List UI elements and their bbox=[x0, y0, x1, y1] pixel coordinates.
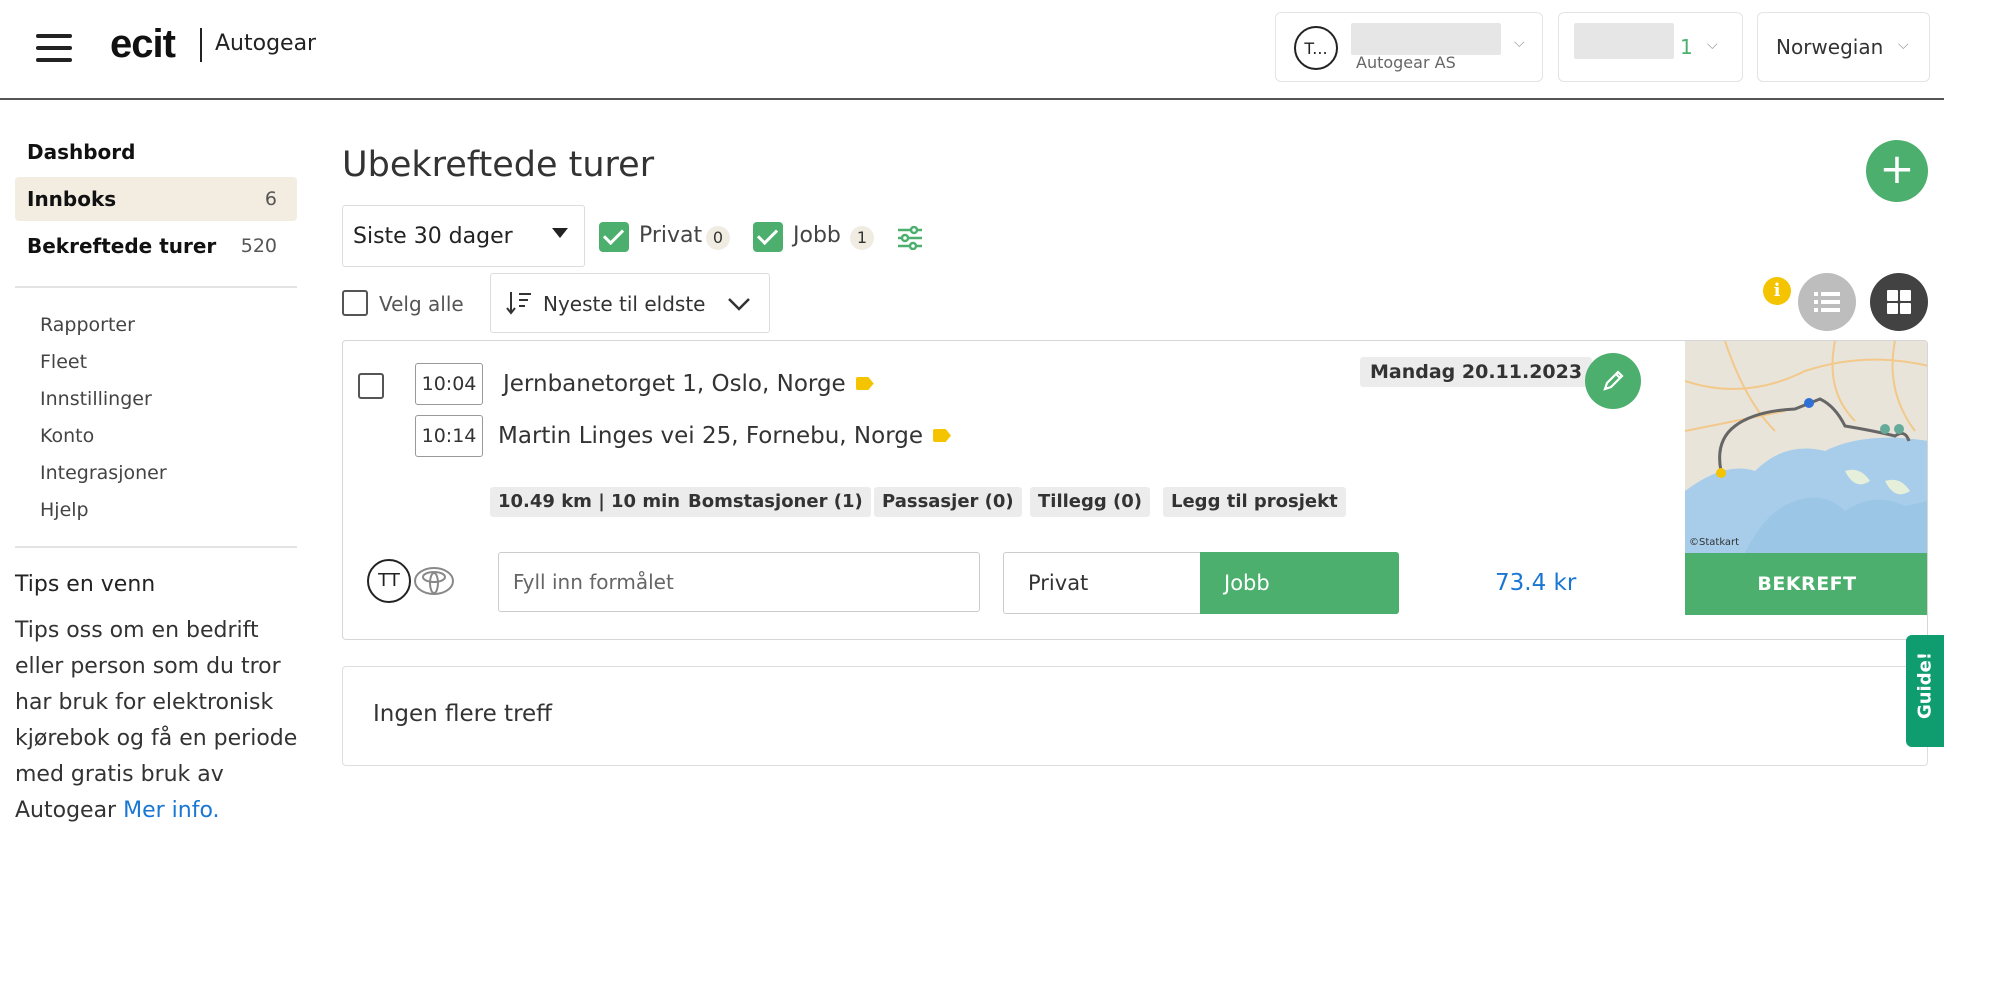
purpose-input[interactable] bbox=[498, 552, 980, 612]
select-all-checkbox[interactable] bbox=[342, 290, 368, 316]
blurred-user-name bbox=[1351, 23, 1501, 55]
sort-icon bbox=[506, 292, 531, 315]
logo-separator bbox=[200, 28, 202, 62]
chevron-down-icon: ⌵ bbox=[1514, 35, 1525, 51]
route-map-image bbox=[1685, 341, 1927, 553]
no-more-results-panel: Ingen flere treff bbox=[342, 666, 1928, 766]
language-label: Norwegian bbox=[1776, 35, 1884, 59]
filter-job-label: Jobb bbox=[793, 223, 841, 248]
sidebar-link-integrations[interactable]: Integrasjoner bbox=[15, 454, 297, 491]
confirm-trip-button[interactable]: BEKREFT bbox=[1685, 553, 1927, 615]
chevron-down-icon: ⌵ bbox=[1707, 37, 1718, 53]
chevron-down-icon: ⌵ bbox=[1898, 37, 1909, 53]
no-more-results-text: Ingen flere treff bbox=[373, 701, 553, 727]
passenger-chip[interactable]: Passasjer (0) bbox=[874, 487, 1022, 517]
language-selector[interactable]: Norwegian ⌵ bbox=[1757, 12, 1930, 82]
select-all-label: Velg alle bbox=[379, 292, 464, 316]
sidebar-item-label: Dashbord bbox=[27, 140, 136, 164]
start-time: 10:04 bbox=[415, 363, 483, 405]
sidebar-item-label: Bekreftede turer bbox=[27, 234, 217, 258]
filter-sliders-icon[interactable] bbox=[897, 226, 923, 250]
sidebar-item-count: 520 bbox=[240, 235, 277, 257]
sidebar-link-account[interactable]: Konto bbox=[15, 417, 297, 454]
toyota-logo-icon bbox=[414, 567, 454, 595]
list-view-button[interactable] bbox=[1798, 273, 1856, 331]
sidebar-item-dashboard[interactable]: Dashbord bbox=[15, 130, 297, 174]
sidebar-item-label: Innboks bbox=[27, 187, 117, 211]
start-address: Jernbanetorget 1, Oslo, Norge bbox=[503, 371, 874, 397]
add-trip-button[interactable]: + bbox=[1866, 140, 1928, 202]
ecit-logo[interactable]: ecit bbox=[110, 22, 176, 67]
product-name: Autogear bbox=[215, 31, 317, 56]
sidebar-item-count: 6 bbox=[264, 188, 277, 210]
trip-price: 73.4 kr bbox=[1495, 570, 1577, 596]
end-time: 10:14 bbox=[415, 415, 483, 457]
hamburger-menu-icon[interactable] bbox=[36, 34, 72, 62]
grid-icon bbox=[1887, 290, 1911, 314]
period-dropdown[interactable]: Siste 30 dager bbox=[342, 205, 585, 267]
edit-trip-button[interactable] bbox=[1585, 353, 1641, 409]
sidebar-link-help[interactable]: Hjelp bbox=[15, 491, 297, 528]
account-count: 1 bbox=[1680, 35, 1693, 59]
pencil-icon bbox=[1603, 370, 1624, 391]
guide-tab[interactable]: Guide! bbox=[1906, 635, 1944, 747]
end-address-text: Martin Linges vei 25, Fornebu, Norge bbox=[498, 423, 924, 449]
user-company-selector[interactable]: T... Autogear AS ⌵ bbox=[1275, 12, 1543, 82]
extras-chip[interactable]: Tillegg (0) bbox=[1030, 487, 1151, 517]
sidebar-link-fleet[interactable]: Fleet bbox=[15, 343, 297, 380]
tag-icon[interactable] bbox=[933, 429, 952, 442]
user-avatar: T... bbox=[1294, 26, 1338, 70]
sidebar-divider bbox=[15, 546, 297, 548]
sort-dropdown[interactable]: Nyeste til eldste bbox=[490, 273, 770, 333]
trip-date: Mandag 20.11.2023 bbox=[1360, 357, 1593, 387]
grid-view-button[interactable] bbox=[1870, 273, 1928, 331]
driver-avatar: TT bbox=[367, 559, 411, 603]
sidebar-item-confirmed-trips[interactable]: Bekreftede turer 520 bbox=[15, 224, 297, 268]
tag-icon[interactable] bbox=[855, 377, 874, 390]
sidebar-item-inbox[interactable]: Innboks 6 bbox=[15, 177, 297, 221]
tips-title: Tips en venn bbox=[15, 572, 156, 597]
guide-label: Guide! bbox=[1914, 651, 1936, 720]
end-address: Martin Linges vei 25, Fornebu, Norge bbox=[498, 423, 952, 449]
blurred-account-name bbox=[1574, 23, 1674, 59]
trip-checkbox[interactable] bbox=[358, 373, 384, 399]
map-credit: ©Statkart bbox=[1689, 537, 1740, 548]
app-root: ecit Autogear T... Autogear AS ⌵ 1 ⌵ Nor… bbox=[0, 0, 2010, 1005]
tips-text: Tips oss om en bedrift eller person som … bbox=[15, 613, 305, 829]
chevron-down-icon bbox=[728, 298, 750, 311]
caret-down-icon bbox=[552, 228, 568, 238]
info-icon[interactable]: i bbox=[1763, 277, 1791, 305]
filter-job-checkbox[interactable] bbox=[753, 222, 783, 252]
add-project-chip[interactable]: Legg til prosjekt bbox=[1163, 487, 1346, 517]
page-title: Ubekreftede turer bbox=[342, 145, 655, 185]
sidebar-link-settings[interactable]: Innstillinger bbox=[15, 380, 297, 417]
trip-card: 10:04 Jernbanetorget 1, Oslo, Norge 10:1… bbox=[342, 340, 1928, 640]
sidebar-link-reports[interactable]: Rapporter bbox=[15, 306, 297, 343]
filter-private-count: 0 bbox=[706, 226, 730, 250]
tips-body: Tips oss om en bedrift eller person som … bbox=[15, 618, 298, 823]
company-name: Autogear AS bbox=[1356, 53, 1456, 72]
account-selector[interactable]: 1 ⌵ bbox=[1558, 12, 1743, 82]
more-info-link[interactable]: Mer info. bbox=[123, 798, 219, 823]
filter-private-label: Privat bbox=[639, 223, 703, 248]
sidebar: Dashbord Innboks 6 Bekreftede turer 520 … bbox=[15, 130, 297, 829]
filter-job-count: 1 bbox=[850, 226, 874, 250]
distance-chip: 10.49 km | 10 min bbox=[490, 487, 689, 517]
period-label: Siste 30 dager bbox=[353, 224, 513, 249]
top-header: ecit Autogear T... Autogear AS ⌵ 1 ⌵ Nor… bbox=[0, 0, 1944, 100]
toll-chip[interactable]: Bomstasjoner (1) bbox=[680, 487, 871, 517]
sidebar-divider bbox=[15, 286, 297, 288]
trip-type-private-button[interactable]: Privat bbox=[1003, 552, 1201, 614]
filter-private-checkbox[interactable] bbox=[599, 222, 629, 252]
list-icon bbox=[1814, 292, 1840, 312]
trip-type-job-button[interactable]: Jobb bbox=[1200, 552, 1399, 614]
route-map[interactable]: ©Statkart bbox=[1685, 341, 1927, 553]
start-address-text: Jernbanetorget 1, Oslo, Norge bbox=[503, 371, 846, 397]
sort-label: Nyeste til eldste bbox=[543, 292, 706, 316]
